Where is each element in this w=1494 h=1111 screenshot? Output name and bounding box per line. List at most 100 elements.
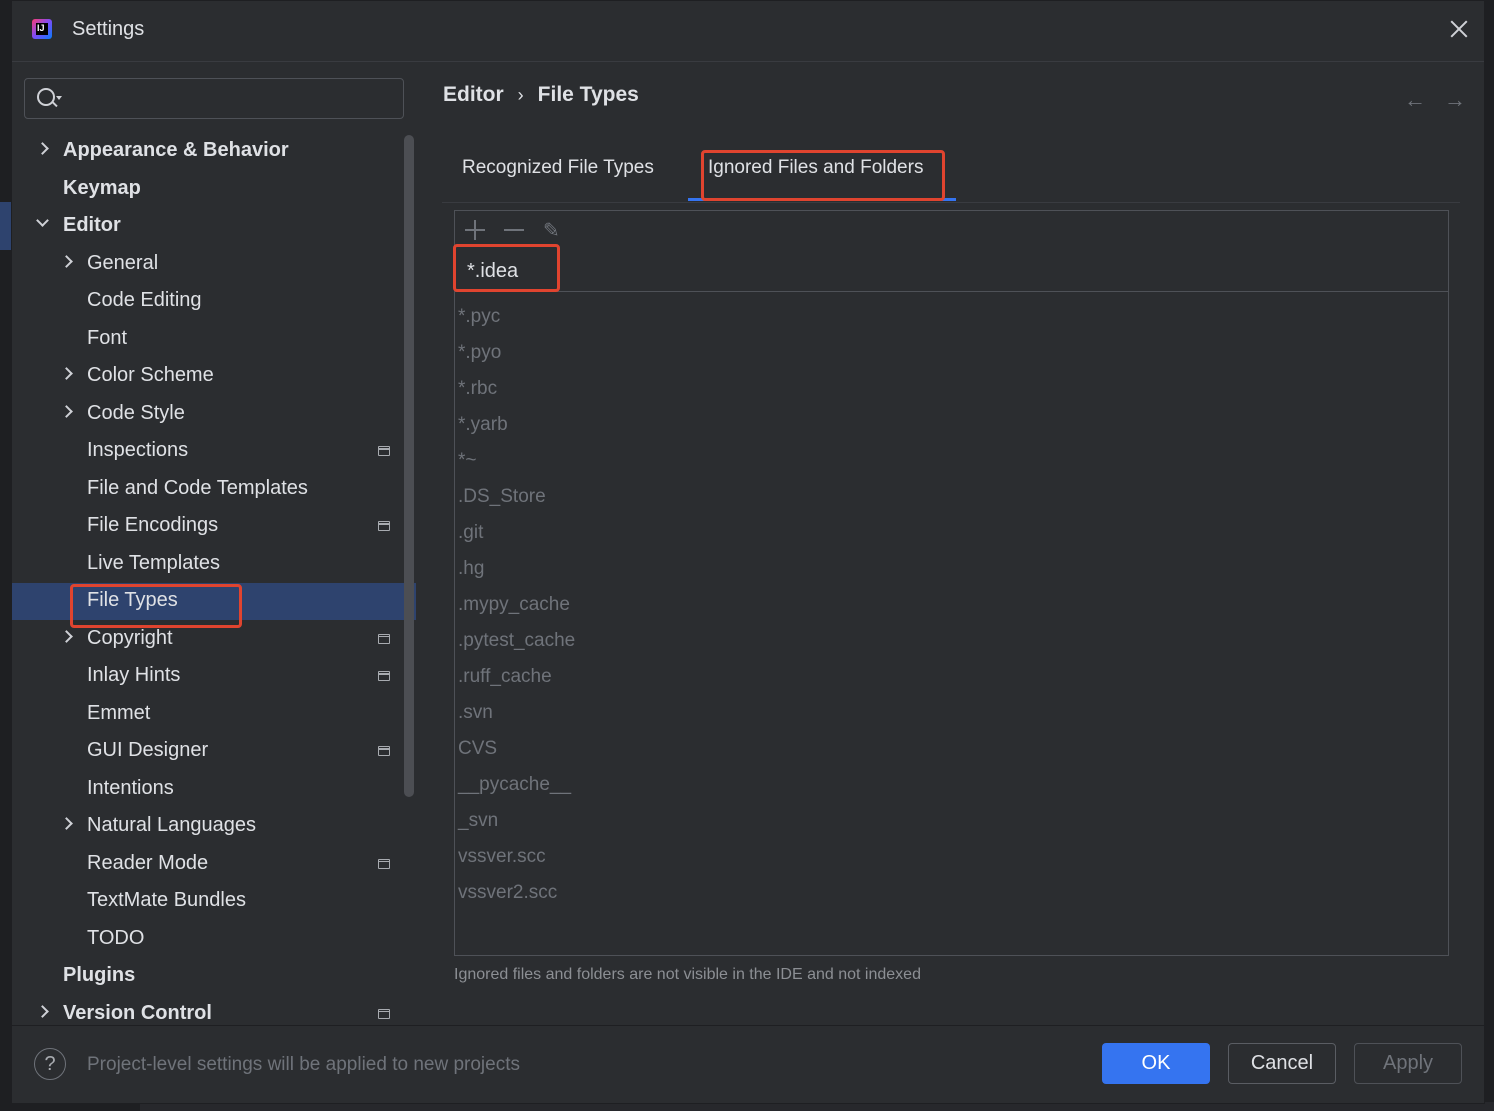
tree-item-label: Natural Languages <box>87 814 257 836</box>
search-options-chevron-icon[interactable] <box>56 96 62 100</box>
project-level-icon <box>378 446 390 456</box>
tree-item-inlay-hints[interactable]: Inlay Hints <box>12 658 416 695</box>
tree-item-code-editing[interactable]: Code Editing <box>12 283 416 320</box>
chevron-right-icon[interactable] <box>60 254 73 268</box>
pattern-list-item[interactable]: .mypy_cache <box>458 594 570 616</box>
project-level-icon <box>378 521 390 531</box>
add-icon[interactable] <box>465 220 485 240</box>
tree-item-plugins[interactable]: Plugins <box>12 958 416 995</box>
pattern-list-item[interactable]: CVS <box>458 738 497 760</box>
help-button[interactable]: ? <box>34 1048 66 1080</box>
title-separator <box>12 61 1484 62</box>
pattern-list-item[interactable]: .DS_Store <box>458 486 546 508</box>
tree-item-label: Color Scheme <box>87 364 214 386</box>
pattern-input[interactable] <box>465 257 1369 285</box>
apply-button[interactable]: Apply <box>1354 1043 1462 1084</box>
tree-item-label: TODO <box>87 926 145 949</box>
project-level-icon <box>378 858 390 869</box>
tree-item-label: Version Control <box>63 1001 212 1024</box>
tab-recognized-file-types[interactable]: Recognized File Types <box>462 157 654 179</box>
settings-tree: Appearance & Behavior Keymap Editor General… <box>12 133 416 1025</box>
tree-item-todo[interactable]: TODO <box>12 921 416 958</box>
tree-item-file-types[interactable]: File Types <box>12 583 416 620</box>
pattern-list-item[interactable]: *.pyc <box>458 306 500 328</box>
tree-item-inspections[interactable]: Inspections <box>12 433 416 470</box>
pattern-list-item[interactable]: .hg <box>458 558 484 580</box>
tree-item-textmate-bundles[interactable]: TextMate Bundles <box>12 883 416 920</box>
breadcrumb-parent[interactable]: Editor <box>443 83 504 106</box>
chevron-right-icon[interactable] <box>60 629 73 643</box>
breadcrumb-current: File Types <box>537 83 639 106</box>
settings-search[interactable] <box>24 78 404 119</box>
tree-item-label: Code Editing <box>87 289 202 311</box>
pattern-list-item[interactable]: *.pyo <box>458 342 501 364</box>
pattern-list-item[interactable]: *.rbc <box>458 378 497 400</box>
tree-item-code-style[interactable]: Code Style <box>12 396 416 433</box>
tree-item-version-control[interactable]: Version Control <box>12 996 416 1026</box>
tree-item-emmet[interactable]: Emmet <box>12 696 416 733</box>
ok-button[interactable]: OK <box>1102 1043 1210 1084</box>
pattern-list-item[interactable]: vssver.scc <box>458 846 546 868</box>
tree-item-general[interactable]: General <box>12 246 416 283</box>
tab-bar: Recognized File Types Ignored Files and … <box>442 146 1460 203</box>
tree-item-label: Inlay Hints <box>87 664 181 686</box>
tree-item-label: GUI Designer <box>87 739 209 761</box>
tree-item-file-encodings[interactable]: File Encodings <box>12 508 416 545</box>
tree-item-gui-designer[interactable]: GUI Designer <box>12 733 416 770</box>
chevron-right-icon[interactable] <box>36 142 49 155</box>
background-right <box>1484 0 1494 1111</box>
pattern-list-item[interactable]: .svn <box>458 702 493 724</box>
ignored-files-hint: Ignored files and folders are not visibl… <box>454 966 921 983</box>
tree-item-intentions[interactable]: Intentions <box>12 771 416 808</box>
back-arrow-icon[interactable]: ← <box>1404 87 1426 113</box>
tree-item-file-and-code-templates[interactable]: File and Code Templates <box>12 471 416 508</box>
tree-item-live-templates[interactable]: Live Templates <box>12 546 416 583</box>
tree-item-label: Keymap <box>63 176 141 199</box>
close-icon[interactable] <box>1448 18 1470 40</box>
chevron-down-icon[interactable] <box>36 214 49 227</box>
search-icon[interactable] <box>37 88 55 106</box>
project-settings-note: Project-level settings will be applied t… <box>87 1054 520 1075</box>
pattern-list-item[interactable]: __pycache__ <box>458 774 571 796</box>
breadcrumb: Editor › File Types <box>443 83 639 107</box>
ignored-patterns-panel: ✎ *.pyc *.pyo *.rbc *.yarb *~ .DS_Store .git .h… <box>454 210 1449 956</box>
remove-icon[interactable] <box>504 220 524 240</box>
tree-item-font[interactable]: Font <box>12 321 416 358</box>
background-left <box>0 0 11 1111</box>
pattern-list-item[interactable]: .pytest_cache <box>458 630 575 652</box>
pattern-list-item[interactable]: .ruff_cache <box>458 666 552 688</box>
pattern-list-item[interactable]: .git <box>458 522 483 544</box>
chevron-right-icon[interactable] <box>36 1004 49 1018</box>
tree-item-label: TextMate Bundles <box>87 889 246 911</box>
project-level-icon <box>378 746 390 756</box>
chevron-right-icon[interactable] <box>60 404 73 418</box>
tree-item-keymap[interactable]: Keymap <box>12 171 416 208</box>
pattern-list-item[interactable]: *.yarb <box>458 414 508 436</box>
tree-scrollbar[interactable] <box>404 135 414 797</box>
forward-arrow-icon[interactable]: → <box>1444 87 1466 113</box>
tree-item-label: Copyright <box>87 626 173 649</box>
tree-item-color-scheme[interactable]: Color Scheme <box>12 358 416 395</box>
tree-item-copyright[interactable]: Copyright <box>12 621 416 658</box>
pattern-list-item[interactable]: vssver2.scc <box>458 882 557 904</box>
search-input[interactable] <box>69 85 393 113</box>
tree-item-label: Code Style <box>87 401 185 424</box>
tree-item-label: File Types <box>87 589 178 611</box>
pattern-edit-row[interactable] <box>455 249 1448 292</box>
cancel-button[interactable]: Cancel <box>1228 1043 1336 1084</box>
chevron-right-icon[interactable] <box>60 367 73 380</box>
edit-icon[interactable]: ✎ <box>543 218 560 243</box>
pattern-list-item[interactable]: _svn <box>458 810 498 832</box>
tree-item-natural-languages[interactable]: Natural Languages <box>12 808 416 845</box>
breadcrumb-separator: › <box>517 85 524 105</box>
tree-item-reader-mode[interactable]: Reader Mode <box>12 846 416 883</box>
chevron-right-icon[interactable] <box>60 817 73 830</box>
tab-ignored-files-and-folders[interactable]: Ignored Files and Folders <box>708 157 923 179</box>
tree-item-label: File Encodings <box>87 514 219 536</box>
pattern-list-item[interactable]: *~ <box>458 450 477 472</box>
tree-item-appearance-behavior[interactable]: Appearance & Behavior <box>12 133 416 170</box>
project-level-icon <box>378 633 390 644</box>
tree-item-label: Editor <box>63 214 121 236</box>
tree-item-editor[interactable]: Editor <box>12 208 416 245</box>
intellij-logo-icon: IJ <box>32 19 52 39</box>
